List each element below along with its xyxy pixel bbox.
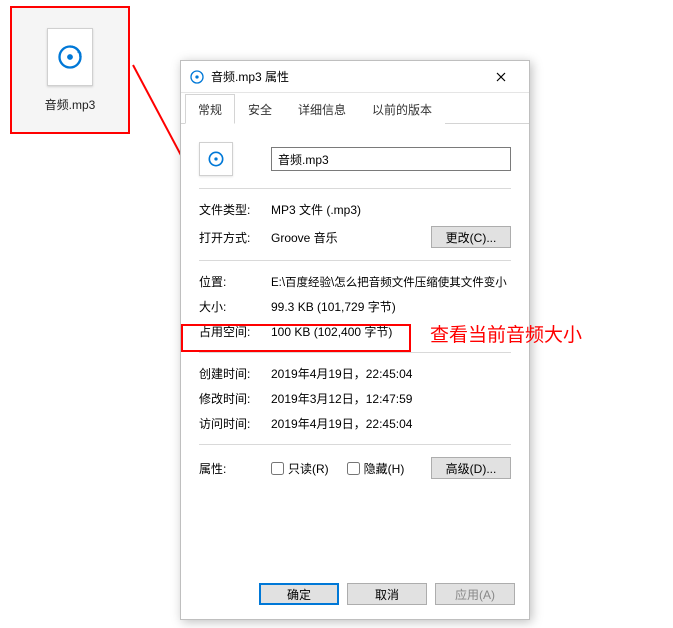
desktop-file-label: 音频.mp3 [45,96,96,113]
created-label: 创建时间: [199,365,271,382]
filename-input[interactable] [271,147,511,171]
desktop-file[interactable]: 音频.mp3 [10,6,130,134]
cancel-button[interactable]: 取消 [347,583,427,605]
file-thumb-icon [47,28,93,86]
hidden-check-label: 隐藏(H) [364,460,405,477]
filetype-icon [199,142,233,176]
ok-button[interactable]: 确定 [259,583,339,605]
tab-details[interactable]: 详细信息 [285,94,359,124]
hidden-check-input[interactable] [347,462,360,475]
desktop-file-inner: 音频.mp3 [12,8,128,132]
advanced-button[interactable]: 高级(D)... [431,457,511,479]
tab-security[interactable]: 安全 [235,94,285,124]
created-value: 2019年4月19日，22:45:04 [271,365,511,382]
size-value: 99.3 KB (101,729 字节) [271,298,511,315]
change-button[interactable]: 更改(C)... [431,226,511,248]
accessed-label: 访问时间: [199,415,271,432]
close-icon [496,72,506,82]
apply-button[interactable]: 应用(A) [435,583,515,605]
tab-previous[interactable]: 以前的版本 [359,94,445,124]
disk-label: 占用空间: [199,323,271,340]
size-label: 大小: [199,298,271,315]
title-text: 音频.mp3 属性 [211,68,481,85]
type-value: MP3 文件 (.mp3) [271,201,511,218]
title-icon [189,69,205,85]
open-with-label: 打开方式: [199,229,271,246]
type-label: 文件类型: [199,201,271,218]
tab-strip: 常规 安全 详细信息 以前的版本 [181,93,529,124]
location-value: E:\百度经验\怎么把音频文件压缩使其文件变小 [271,274,511,290]
titlebar: 音频.mp3 属性 [181,61,529,93]
dialog-footer: 确定 取消 应用(A) [181,573,529,619]
modified-label: 修改时间: [199,390,271,407]
accessed-value: 2019年4月19日，22:45:04 [271,415,511,432]
annotation-text: 查看当前音频大小 [430,320,582,347]
readonly-check-label: 只读(R) [288,460,329,477]
tab-general[interactable]: 常规 [185,94,235,124]
attributes-label: 属性: [199,460,271,477]
open-with-value: Groove 音乐 [271,229,431,246]
close-button[interactable] [481,63,521,91]
hidden-checkbox[interactable]: 隐藏(H) [347,460,405,477]
modified-value: 2019年3月12日，12:47:59 [271,390,511,407]
readonly-checkbox[interactable]: 只读(R) [271,460,329,477]
content-panel: 文件类型: MP3 文件 (.mp3) 打开方式: Groove 音乐 更改(C… [181,124,529,573]
readonly-check-input[interactable] [271,462,284,475]
location-label: 位置: [199,273,271,290]
